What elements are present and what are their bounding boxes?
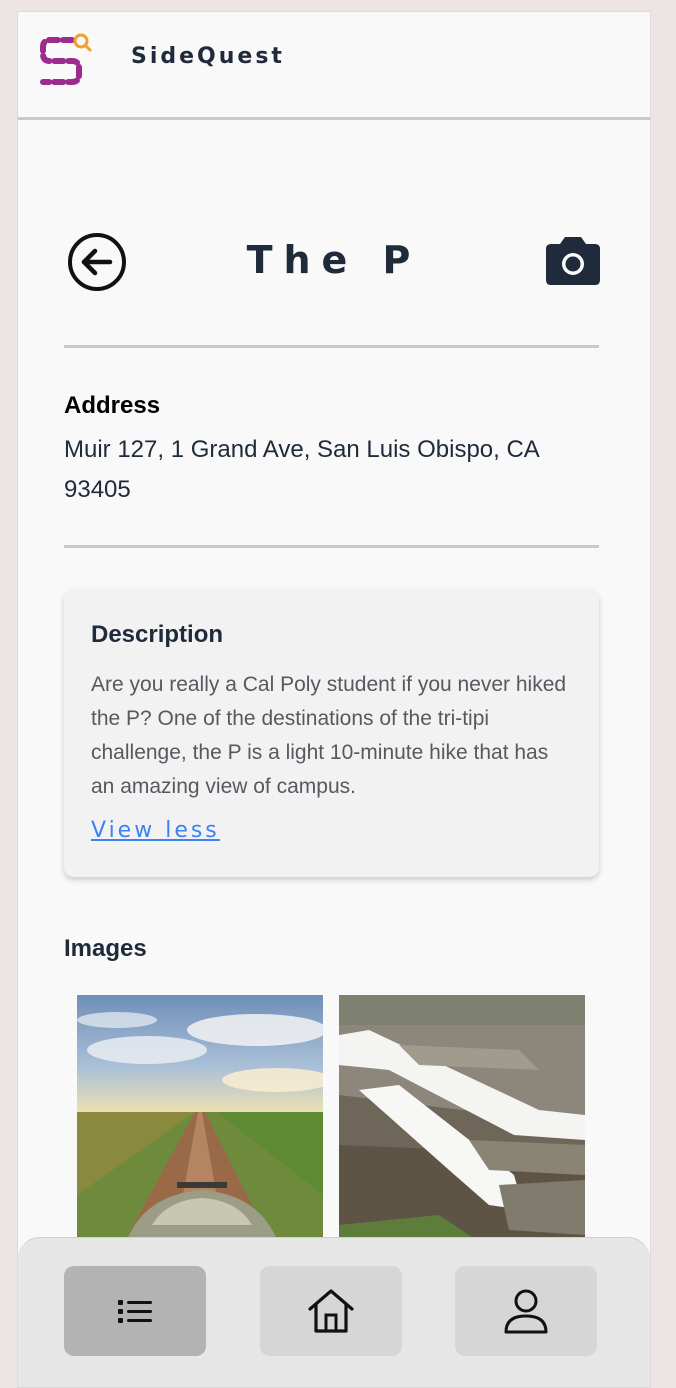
- app-screen: SideQuest The P Address Muir 127, 1 Gran…: [17, 11, 651, 1388]
- image-thumbnail[interactable]: [339, 995, 585, 1255]
- image-thumbnail[interactable]: [77, 995, 323, 1255]
- description-title: Description: [91, 621, 224, 648]
- address-label: Address: [64, 392, 161, 419]
- camera-icon[interactable]: [545, 234, 601, 286]
- nav-list-button[interactable]: [64, 1266, 206, 1356]
- images-label: Images: [64, 935, 147, 962]
- view-less-link[interactable]: View less: [91, 818, 220, 843]
- divider: [64, 345, 599, 348]
- nav-home-button[interactable]: [260, 1266, 402, 1356]
- description-text: Are you really a Cal Poly student if you…: [91, 673, 567, 798]
- dirt-road-landscape-photo: [77, 995, 323, 1255]
- address-value: Muir 127, 1 Grand Ave, San Luis Obispo, …: [64, 436, 539, 503]
- nav-profile-button[interactable]: [455, 1266, 597, 1356]
- list-icon: [118, 1300, 152, 1323]
- bottom-nav-bar: [18, 1237, 650, 1387]
- top-app-bar: SideQuest: [18, 12, 650, 120]
- user-icon: [504, 1289, 548, 1334]
- stone-p-hillside-photo: [339, 995, 585, 1255]
- detail-header: The P: [18, 228, 650, 298]
- sidequest-logo-icon: [40, 33, 92, 85]
- description-card: Description Are you really a Cal Poly st…: [64, 589, 599, 877]
- home-icon: [308, 1289, 354, 1333]
- divider: [64, 545, 599, 548]
- app-name: SideQuest: [131, 44, 285, 69]
